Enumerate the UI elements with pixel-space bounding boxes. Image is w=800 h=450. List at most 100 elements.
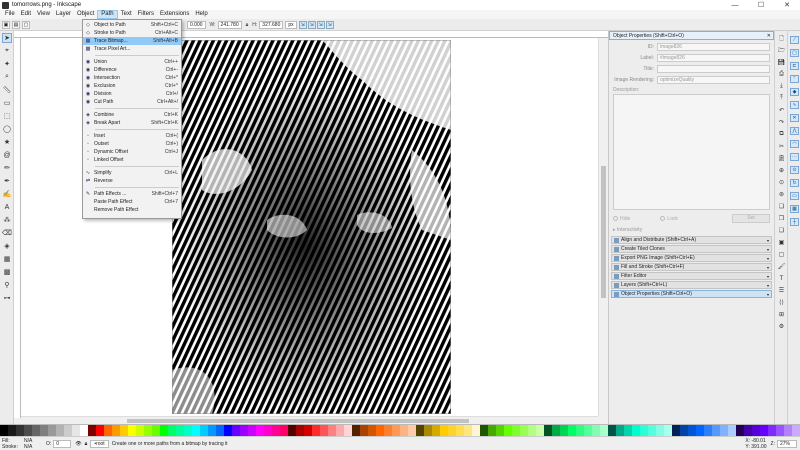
color-swatch[interactable] [608,425,616,436]
menu-object[interactable]: Object [74,10,97,19]
menu-item-cut-path[interactable]: ◉ Cut Path Ctrl+Alt+/ [83,98,181,106]
snap-grid-icon[interactable]: ▦ [790,205,799,213]
color-swatch[interactable] [0,425,8,436]
color-swatch[interactable] [176,425,184,436]
color-swatch[interactable] [280,425,288,436]
color-swatch[interactable] [40,425,48,436]
gradient-tool-icon[interactable]: ▦ [2,254,12,264]
color-swatch[interactable] [720,425,728,436]
unlink-clone-icon[interactable]: ❑ [777,226,786,235]
ungroup-icon[interactable]: ▢ [777,250,786,259]
title-field[interactable] [657,64,770,73]
menu-item-intersection[interactable]: ◉ Intersection Ctrl+* [83,74,181,82]
color-swatch[interactable] [576,425,584,436]
ellipse-tool-icon[interactable]: ◯ [2,124,12,134]
scale-stroke-toggle-icon[interactable]: ⇲ [298,20,307,29]
snap-midpoint-icon[interactable]: ⋯ [790,153,799,161]
layer-lock-icon[interactable]: 🔒︎ [85,441,88,447]
undo-icon[interactable]: ↶ [777,106,786,115]
color-swatch[interactable] [112,425,120,436]
pen-tool-icon[interactable]: ✒ [2,176,12,186]
color-swatch[interactable] [696,425,704,436]
color-swatch[interactable] [480,425,488,436]
color-swatch[interactable] [736,425,744,436]
pencil-tool-icon[interactable]: ✏ [2,163,12,173]
dock-tab-filter-editor[interactable]: Filter Editor ▾ [611,272,772,280]
calligraphy-tool-icon[interactable]: ✍ [2,189,12,199]
paste-icon[interactable]: 📋︎ [777,154,786,163]
maximize-button[interactable]: ☐ [748,0,774,10]
hide-checkbox[interactable] [613,216,618,221]
menu-item-outset[interactable]: ▫ Outset Ctrl+) [83,140,181,148]
measure-tool-icon[interactable]: 📏︎ [2,85,12,95]
menu-edit[interactable]: Edit [18,10,34,19]
color-swatch[interactable] [64,425,72,436]
snap-center-icon[interactable]: ⊙ [790,166,799,174]
connector-tool-icon[interactable]: ⊶ [2,293,12,303]
dock-tab-create-tiled-clones[interactable]: Create Tiled Clones ▾ [611,245,772,253]
zoom-drawing-icon[interactable]: ⊙ [777,178,786,187]
color-swatch[interactable] [360,425,368,436]
color-swatch[interactable] [424,425,432,436]
vertical-ruler[interactable] [14,38,21,418]
color-swatch[interactable] [352,425,360,436]
redo-icon[interactable]: ↷ [777,118,786,127]
color-swatch[interactable] [704,425,712,436]
group-icon[interactable]: ▣ [777,238,786,247]
color-swatch[interactable] [512,425,520,436]
color-swatch[interactable] [192,425,200,436]
dock-tab-fill-and-stroke[interactable]: Fill and Stroke (Shift+Ctrl+F) ▾ [611,263,772,271]
rectangle-tool-icon[interactable]: ▭ [2,98,12,108]
snap-bbox-corner-icon[interactable]: ⌜ [790,75,799,83]
menu-item-trace-pixel-art[interactable]: ▩ Trace Pixel Art... [83,45,181,53]
color-swatch[interactable] [448,425,456,436]
menu-view[interactable]: View [34,10,53,19]
zoom-tool-icon[interactable]: ⌕ [2,72,12,82]
snap-cusp-icon[interactable]: ⋀ [790,127,799,135]
menu-item-path-effects[interactable]: ✎ Path Effects ... Shift+Ctrl+7 [83,190,181,198]
color-swatch[interactable] [312,425,320,436]
menu-item-reverse[interactable]: ⇄ Reverse [83,177,181,185]
color-swatch[interactable] [368,425,376,436]
menu-item-stroke-to-path[interactable]: ◇ Stroke to Path Ctrl+Alt+C [83,29,181,37]
color-swatch[interactable] [616,425,624,436]
color-swatch[interactable] [432,425,440,436]
interactivity-expander[interactable]: ▸ Interactivity [609,227,774,236]
snap-bbox-icon[interactable]: ▢ [790,49,799,57]
menu-filters[interactable]: Filters [135,10,157,19]
menu-item-trace-bitmap[interactable]: ▦ Trace Bitmap... Shift+Alt+B [83,37,181,45]
color-swatch[interactable] [376,425,384,436]
description-textarea[interactable] [613,94,770,210]
color-swatch[interactable] [784,425,792,436]
color-swatch[interactable] [208,425,216,436]
import-icon[interactable]: ⤓ [777,82,786,91]
h-field[interactable]: 327.680 [259,20,284,29]
color-swatch[interactable] [680,425,688,436]
clone-icon[interactable]: ❐ [777,214,786,223]
color-swatch[interactable] [752,425,760,436]
color-swatch[interactable] [232,425,240,436]
color-swatch[interactable] [392,425,400,436]
color-swatch[interactable] [408,425,416,436]
menu-file[interactable]: File [2,10,18,19]
color-swatch[interactable] [224,425,232,436]
color-swatch[interactable] [464,425,472,436]
color-swatch[interactable] [56,425,64,436]
open-icon[interactable]: 🗁︎ [777,46,786,55]
snap-paths-icon[interactable]: ∿ [790,101,799,109]
current-layer-select[interactable]: •root [90,439,109,448]
save-icon[interactable]: 💾︎ [777,58,786,67]
x-field[interactable]: 0.000 [187,20,206,29]
color-swatch[interactable] [88,425,96,436]
w-field[interactable]: 241.780 [217,20,242,29]
align-distribute-icon[interactable]: ⊞ [777,310,786,319]
snap-enable-icon[interactable]: ⟋ [790,36,799,44]
color-swatch[interactable] [104,425,112,436]
color-swatch[interactable] [504,425,512,436]
print-icon[interactable]: ⎙ [777,70,786,79]
vertical-scrollbar[interactable] [598,38,608,416]
horizontal-scrollbar[interactable] [21,416,598,424]
label-field[interactable]: #image826 [657,53,770,62]
color-swatch[interactable] [16,425,24,436]
menu-item-dynamic-offset[interactable]: ▫ Dynamic Offset Ctrl+J [83,148,181,156]
